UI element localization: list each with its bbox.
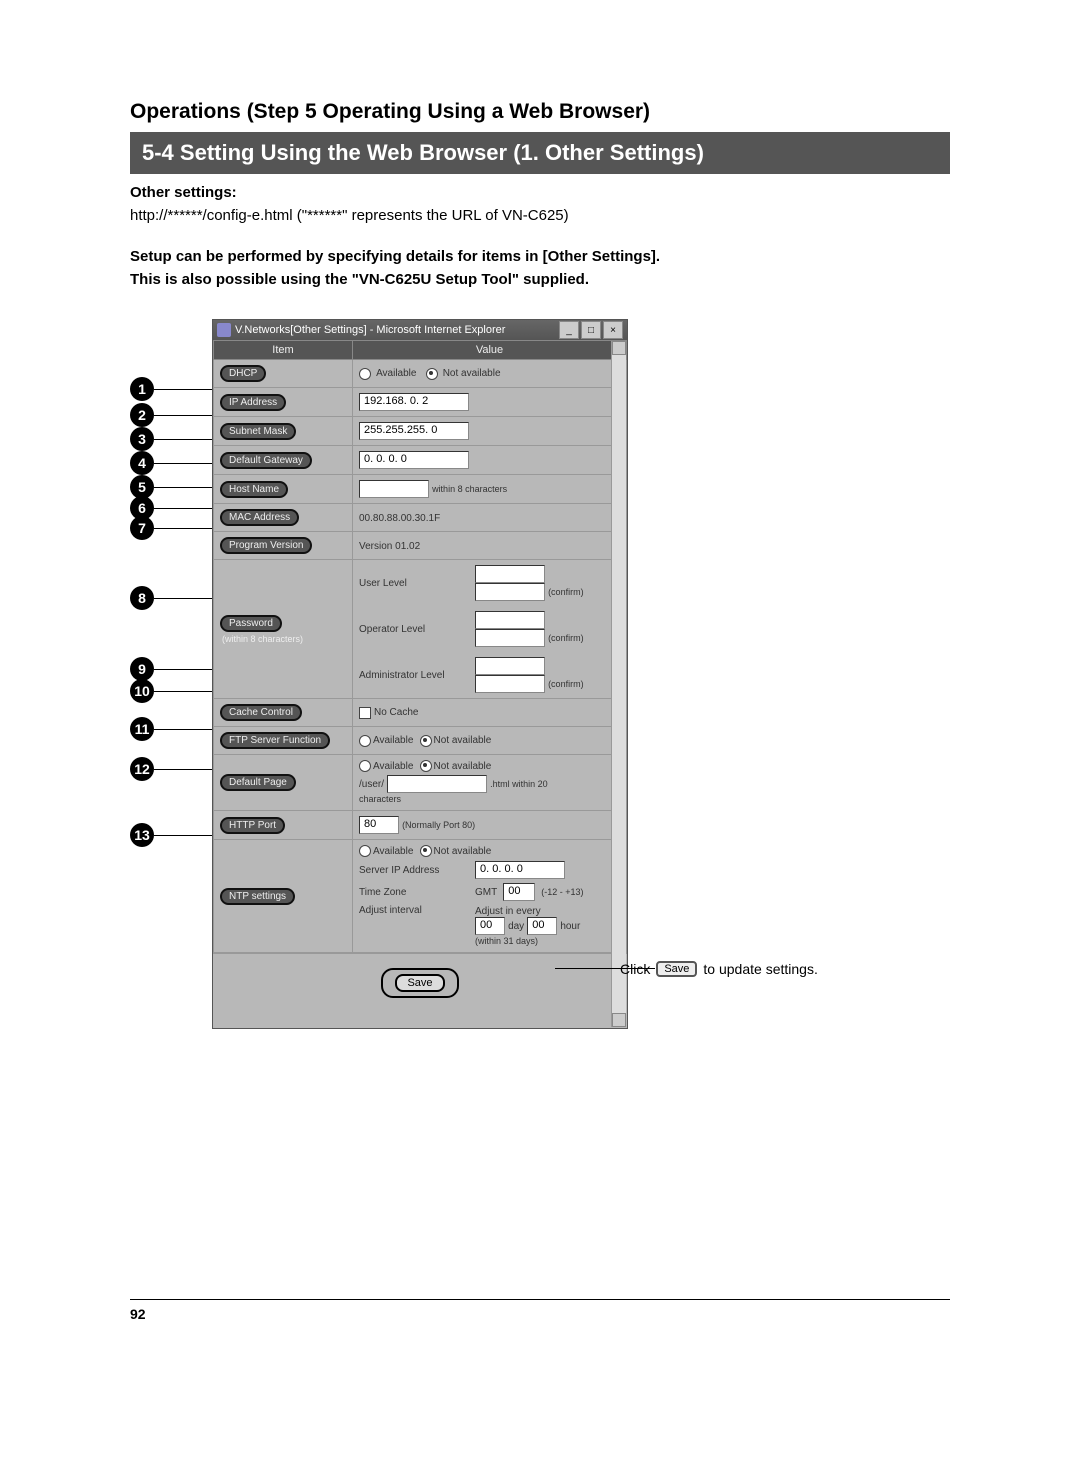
mac-value: 00.80.88.00.30.1F (359, 513, 440, 524)
label-password-sub: (within 8 characters) (220, 634, 346, 644)
save-button-outer: Save (381, 968, 458, 998)
label-gateway: Default Gateway (220, 452, 312, 469)
badge-9: 9 (130, 657, 154, 681)
badge-7: 7 (130, 516, 154, 540)
pw-user-confirm[interactable] (475, 583, 545, 601)
label-password: Password (220, 615, 282, 632)
pw-op-field[interactable] (475, 611, 545, 629)
pw-admin-confirm[interactable] (475, 675, 545, 693)
httpport-field[interactable]: 80 (359, 816, 399, 834)
scroll-down-icon[interactable] (612, 1013, 626, 1027)
defpage-field[interactable] (387, 775, 487, 793)
setup-note: Setup can be performed by specifying det… (130, 246, 950, 291)
label-cache: Cache Control (220, 704, 302, 721)
save-button[interactable]: Save (395, 974, 444, 992)
minimize-button[interactable]: _ (559, 321, 579, 339)
col-value: Value (353, 341, 627, 360)
version-value: Version 01.02 (359, 541, 420, 552)
pw-op-confirm[interactable] (475, 629, 545, 647)
label-httpport: HTTP Port (220, 817, 285, 834)
badge-1: 1 (130, 377, 154, 401)
page-footer: 92 (130, 1299, 950, 1322)
dhcp-notavailable-radio[interactable] (426, 368, 438, 380)
window-titlebar: V.Networks[Other Settings] - Microsoft I… (213, 320, 627, 340)
ftp-available-radio[interactable] (359, 735, 371, 747)
dhcp-available-radio[interactable] (359, 368, 371, 380)
section-title-bar: 5-4 Setting Using the Web Browser (1. Ot… (130, 132, 950, 174)
badge-8: 8 (130, 586, 154, 610)
ntp-server-field[interactable]: 0. 0. 0. 0 (475, 861, 565, 879)
ntp-hour-field[interactable]: 00 (527, 917, 557, 935)
maximize-button[interactable]: □ (581, 321, 601, 339)
subheading: Other settings: (130, 184, 950, 201)
ie-icon (217, 323, 231, 337)
label-subnet: Subnet Mask (220, 423, 296, 440)
ntp-day-field[interactable]: 00 (475, 917, 505, 935)
ip-field[interactable]: 192.168. 0. 2 (359, 393, 469, 411)
label-version: Program Version (220, 537, 312, 554)
host-field[interactable] (359, 480, 429, 498)
close-button[interactable]: × (603, 321, 623, 339)
label-defaultpage: Default Page (220, 774, 296, 791)
scroll-up-icon[interactable] (612, 341, 626, 355)
badge-11: 11 (130, 717, 154, 741)
scrollbar[interactable] (611, 341, 626, 1027)
ntp-notavailable-radio[interactable] (420, 845, 432, 857)
defpage-notavailable-radio[interactable] (420, 760, 432, 772)
badge-12: 12 (130, 757, 154, 781)
settings-table: Item Value DHCP Available Not available (213, 340, 627, 953)
save-callout-button: Save (656, 961, 697, 977)
chapter-heading: Operations (Step 5 Operating Using a Web… (130, 100, 950, 124)
label-ip: IP Address (220, 394, 286, 411)
label-host: Host Name (220, 481, 288, 498)
label-ntp: NTP settings (220, 888, 295, 905)
ie-window: V.Networks[Other Settings] - Microsoft I… (212, 319, 628, 1029)
badge-3: 3 (130, 427, 154, 451)
badge-2: 2 (130, 403, 154, 427)
subnet-field[interactable]: 255.255.255. 0 (359, 422, 469, 440)
save-callout: Click Save to update settings. (620, 961, 818, 977)
nocache-checkbox[interactable] (359, 707, 371, 719)
ntp-available-radio[interactable] (359, 845, 371, 857)
ftp-notavailable-radio[interactable] (420, 735, 432, 747)
gateway-field[interactable]: 0. 0. 0. 0 (359, 451, 469, 469)
label-ftp: FTP Server Function (220, 732, 330, 749)
pw-admin-field[interactable] (475, 657, 545, 675)
col-item: Item (214, 341, 353, 360)
badge-4: 4 (130, 451, 154, 475)
url-line: http://******/config-e.html ("******" re… (130, 205, 950, 226)
badge-10: 10 (130, 679, 154, 703)
label-mac: MAC Address (220, 509, 299, 526)
ntp-tz-field[interactable]: 00 (503, 883, 535, 901)
badge-13: 13 (130, 823, 154, 847)
defpage-available-radio[interactable] (359, 760, 371, 772)
pw-user-field[interactable] (475, 565, 545, 583)
screenshot-figure: 1 2 3 4 5 6 7 8 9 10 11 12 13 (160, 319, 860, 1029)
page-number: 92 (130, 1306, 146, 1322)
label-dhcp: DHCP (220, 365, 266, 382)
window-title: V.Networks[Other Settings] - Microsoft I… (235, 324, 505, 336)
